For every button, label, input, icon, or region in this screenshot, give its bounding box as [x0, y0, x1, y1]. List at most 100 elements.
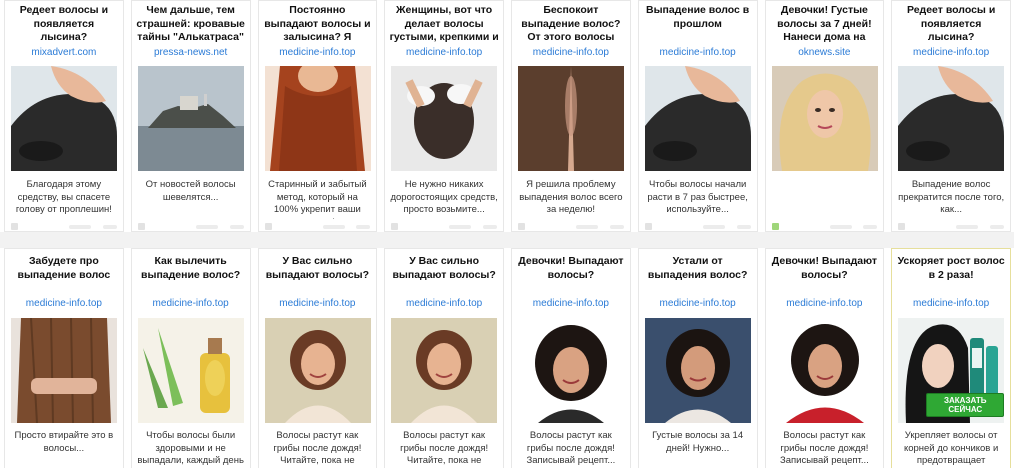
ad-description[interactable]: Старинный и забытый метод, который на 10…	[264, 179, 372, 219]
ad-description[interactable]	[771, 179, 879, 219]
ad-domain-link[interactable]: medicine-info.top	[512, 298, 630, 309]
ad-card[interactable]: Как вылечить выпадение волос? medicine-in…	[130, 248, 251, 468]
ad-card[interactable]: Девочки! Густые волосы за 7 дней! Нанеси…	[764, 0, 885, 232]
ad-footer	[518, 223, 624, 231]
ad-card[interactable]: Забудете про выпадение волос medicine-inf…	[4, 248, 124, 468]
ad-description[interactable]: Чтобы волосы начали расти в 7 раз быстре…	[644, 179, 752, 219]
adchoices-icon[interactable]	[264, 223, 272, 230]
ad-domain-link[interactable]: pressa-news.net	[132, 47, 250, 58]
ad-thumbnail[interactable]	[771, 66, 878, 171]
adchoices-icon[interactable]	[644, 223, 652, 230]
footer-placeholder	[195, 225, 218, 229]
ad-thumbnail[interactable]	[11, 318, 117, 423]
ad-title[interactable]: Как вылечить выпадение волос?	[136, 255, 246, 295]
ad-description[interactable]: Не нужно никаких дорогостоящих средств, …	[390, 179, 498, 219]
footer-placeholder	[449, 225, 472, 229]
ad-footer	[391, 223, 497, 231]
ad-description[interactable]: Волосы растут как грибы после дождя! Чит…	[390, 430, 498, 468]
ad-description[interactable]: Волосы растут как грибы после дождя! Чит…	[264, 430, 372, 468]
ad-description[interactable]: Волосы растут как грибы после дождя! Зап…	[517, 430, 625, 468]
ad-domain-link[interactable]: medicine-info.top	[259, 47, 377, 58]
ad-card[interactable]: Женщины, вот что делает волосы густыми, …	[384, 0, 504, 232]
footer-placeholder	[702, 225, 725, 229]
ad-title[interactable]: Беспокоит выпадение волос? От этого воло…	[516, 4, 626, 44]
ad-card[interactable]: У Вас сильно выпадают волосы? medicine-in…	[384, 248, 504, 468]
ad-footer	[898, 223, 1004, 231]
ad-description[interactable]: Я решила проблему выпадения волос всего …	[517, 179, 625, 219]
ad-domain-link[interactable]: medicine-info.top	[385, 298, 503, 309]
ad-description[interactable]: Выпадение волос прекратится после того, …	[897, 179, 1005, 219]
ad-title[interactable]: Редеет волосы и появляется лысина?	[896, 4, 1006, 44]
ad-description[interactable]: Просто втирайте это в волосы...	[10, 430, 118, 468]
adchoices-icon[interactable]	[11, 223, 18, 230]
ad-title[interactable]: У Вас сильно выпадают волосы?	[263, 255, 373, 295]
ad-thumbnail[interactable]	[264, 66, 371, 171]
ad-card[interactable]: Редеет волосы и появляется лысина? medici…	[891, 0, 1011, 232]
footer-placeholder	[829, 225, 852, 229]
ad-thumbnail[interactable]	[264, 318, 371, 423]
ad-domain-link[interactable]: medicine-info.top	[639, 47, 757, 58]
ad-title[interactable]: Девочки! Выпадают волосы?	[516, 255, 626, 295]
ad-domain-link[interactable]: medicine-info.top	[512, 47, 630, 58]
ad-domain-link[interactable]: medicine-info.top	[892, 47, 1010, 58]
ad-title[interactable]: Редеет волосы и появляется лысина?	[9, 4, 119, 44]
footer-placeholder	[956, 225, 979, 229]
ad-thumbnail[interactable]	[518, 318, 624, 423]
ad-card[interactable]: Чем дальше, тем страшней: кровавые тайны…	[130, 0, 251, 232]
ad-description[interactable]: Чтобы волосы были здоровыми и не выпадал…	[137, 430, 245, 468]
ad-description[interactable]: Густые волосы за 14 дней! Нужно...	[644, 430, 752, 468]
adchoices-icon[interactable]	[771, 223, 779, 230]
ad-description[interactable]: От новостей волосы шевелятся...	[137, 179, 245, 219]
ad-domain-link[interactable]: oknews.site	[766, 47, 884, 58]
ad-description[interactable]: Волосы растут как грибы после дождя! Зап…	[771, 430, 879, 468]
ad-card[interactable]: Девочки! Выпадают волосы? medicine-info.t…	[511, 248, 631, 468]
adchoices-icon[interactable]	[391, 223, 399, 230]
ad-title[interactable]: У Вас сильно выпадают волосы?	[389, 255, 499, 295]
ad-card[interactable]: Беспокоит выпадение волос? От этого воло…	[511, 0, 631, 232]
ad-card[interactable]: Редеет волосы и появляется лысина? mixadv…	[4, 0, 124, 232]
ad-card[interactable]: Ускоряет рост волос в 2 раза! medicine-in…	[891, 248, 1011, 468]
ad-domain-link[interactable]: medicine-info.top	[259, 298, 377, 309]
ad-card[interactable]: Выпадение волос в прошлом medicine-info.t…	[637, 0, 758, 232]
ad-thumbnail[interactable]	[137, 318, 244, 423]
adchoices-icon[interactable]	[137, 223, 145, 230]
ad-card[interactable]: У Вас сильно выпадают волосы? medicine-in…	[257, 248, 378, 468]
ad-thumbnail[interactable]	[771, 318, 878, 423]
order-now-button[interactable]: ЗАКАЗАТЬ СЕЙЧАС	[926, 393, 1005, 417]
ad-thumbnail[interactable]: ЗАКАЗАТЬ СЕЙЧАС	[898, 318, 1005, 423]
ad-thumbnail[interactable]	[898, 66, 1005, 171]
ad-thumbnail[interactable]	[391, 318, 498, 423]
ad-thumbnail[interactable]	[644, 318, 751, 423]
footer-placeholder	[322, 225, 345, 229]
ad-domain-link[interactable]: medicine-info.top	[132, 298, 250, 309]
adchoices-icon[interactable]	[898, 223, 906, 230]
ad-title[interactable]: Устали от выпадения волос?	[643, 255, 753, 295]
ad-domain-link[interactable]: medicine-info.top	[892, 298, 1010, 309]
ad-thumbnail[interactable]	[137, 66, 244, 171]
ad-domain-link[interactable]: medicine-info.top	[639, 298, 757, 309]
ad-domain-link[interactable]: medicine-info.top	[766, 298, 884, 309]
ad-description[interactable]: Благодаря этому средству, вы спасете гол…	[10, 179, 118, 219]
ad-title[interactable]: Постоянно выпадают волосы и залысина? Я …	[263, 4, 373, 44]
ad-domain-link[interactable]: medicine-info.top	[385, 47, 503, 58]
ad-title[interactable]: Девочки! Густые волосы за 7 дней! Нанеси…	[770, 4, 880, 44]
ad-domain-link[interactable]: medicine-info.top	[5, 298, 123, 309]
footer-placeholder	[229, 225, 244, 229]
ad-card[interactable]: Постоянно выпадают волосы и залысина? Я …	[257, 0, 378, 232]
ad-card[interactable]: Устали от выпадения волос? medicine-info.…	[637, 248, 758, 468]
ad-title[interactable]: Женщины, вот что делает волосы густыми, …	[389, 4, 499, 44]
ad-title[interactable]: Девочки! Выпадают волосы?	[770, 255, 880, 295]
ad-title[interactable]: Ускоряет рост волос в 2 раза!	[896, 255, 1006, 295]
ad-title[interactable]: Выпадение волос в прошлом	[643, 4, 753, 44]
ad-thumbnail[interactable]	[391, 66, 498, 171]
ad-description[interactable]: Укрепляет волосы от корней до кончиков и…	[897, 430, 1005, 468]
ad-domain-link[interactable]: mixadvert.com	[5, 47, 123, 58]
ad-title[interactable]: Забудете про выпадение волос	[9, 255, 119, 295]
ad-thumbnail[interactable]	[11, 66, 117, 171]
adchoices-icon[interactable]	[518, 223, 525, 230]
footer-placeholder	[102, 225, 117, 229]
ad-thumbnail[interactable]	[518, 66, 624, 171]
ad-title[interactable]: Чем дальше, тем страшней: кровавые тайны…	[136, 4, 246, 44]
ad-thumbnail[interactable]	[644, 66, 751, 171]
ad-card[interactable]: Девочки! Выпадают волосы? medicine-info.t…	[764, 248, 885, 468]
